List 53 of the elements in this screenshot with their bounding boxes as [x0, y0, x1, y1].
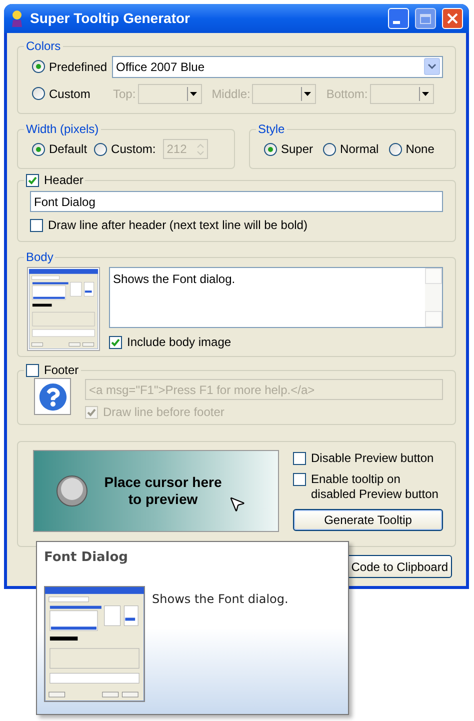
preview-text: Place cursor here to preview: [104, 474, 222, 508]
radio-button[interactable]: [323, 142, 336, 156]
radio-button[interactable]: [94, 142, 108, 156]
dropdown[interactable]: Office 2007 Blue: [112, 56, 443, 78]
tooltip-text: Shows the Font dialog.: [152, 590, 288, 608]
close-button[interactable]: [442, 8, 463, 29]
dropdown-arrow-icon: [301, 86, 314, 100]
field-label: Middle:: [212, 86, 250, 102]
checkbox-label: Disable Preview button: [311, 451, 434, 466]
window-title: Super Tooltip Generator: [30, 9, 191, 28]
radio-label: Custom: [49, 86, 90, 102]
checkbox[interactable]: [293, 452, 306, 465]
checkbox-label: Header: [44, 173, 84, 188]
group-title: Colors: [26, 39, 61, 53]
field-label: Bottom:: [326, 86, 368, 102]
header-text-field[interactable]: Font Dialog: [30, 191, 443, 212]
body-text-field[interactable]: Shows the Font dialog.: [109, 267, 443, 328]
generate-tooltip-button[interactable]: Generate Tooltip: [293, 509, 443, 531]
checkbox[interactable]: [26, 174, 39, 187]
radio-label: Super: [281, 141, 314, 158]
dropdown-arrow-icon: [186, 86, 199, 100]
dropdown-arrow-icon: [418, 86, 431, 100]
radio-button[interactable]: [32, 60, 45, 73]
round-button-icon: [56, 475, 88, 507]
checkbox-label: Draw line after header (next text line will be bold): [48, 218, 308, 233]
radio-label: Predefined: [49, 58, 108, 76]
checkbox[interactable]: [109, 336, 122, 349]
radio-label: Default: [49, 141, 88, 158]
radio-button[interactable]: [264, 142, 277, 156]
group-title: Width (pixels): [26, 122, 99, 136]
checkbox-label: Footer: [44, 363, 79, 378]
cursor-icon: [228, 495, 246, 513]
checkbox-label: Enable tooltip on disabled Preview button: [311, 472, 440, 502]
radio-button[interactable]: [32, 87, 45, 100]
radio-label: None: [406, 141, 434, 158]
checkbox[interactable]: [30, 219, 43, 232]
close-icon: [447, 13, 458, 24]
group-title: Style: [258, 122, 285, 136]
checkbox-label: Draw line before footer: [103, 405, 224, 420]
tooltip-title: Font Dialog: [44, 549, 129, 567]
checkbox-label: Include body image: [127, 335, 232, 350]
minimize-button[interactable]: [388, 8, 409, 29]
group-title: Body: [26, 250, 54, 264]
radio-button[interactable]: [388, 142, 402, 156]
field-label: Top:: [113, 86, 136, 102]
radio-button[interactable]: [32, 142, 45, 156]
figure-icon: [10, 10, 24, 27]
radio-label: Normal: [340, 141, 379, 158]
checkbox[interactable]: [293, 473, 306, 486]
radio-label: Custom:: [111, 141, 156, 158]
scrollbar[interactable]: [425, 268, 442, 327]
preview-area[interactable]: Place cursor here to preview: [33, 450, 279, 532]
help-icon: [34, 378, 71, 415]
